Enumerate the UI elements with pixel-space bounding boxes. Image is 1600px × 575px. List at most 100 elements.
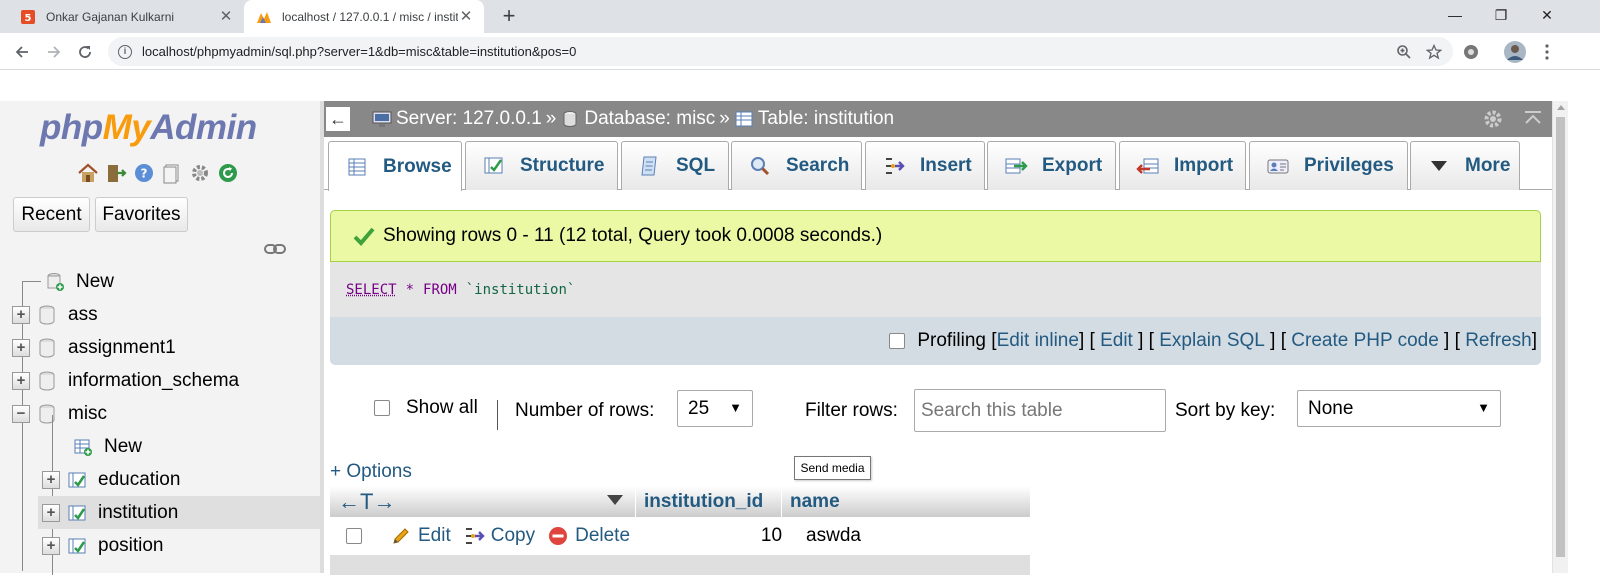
phpmyadmin-logo[interactable]: phpMyAdmin xyxy=(40,108,257,148)
url-text: localhost/phpmyadmin/sql.php?server=1&db… xyxy=(142,44,577,59)
refresh-link[interactable]: Refresh xyxy=(1465,330,1532,352)
tab-sql[interactable]: SQL xyxy=(621,141,729,190)
expand-icon[interactable]: + xyxy=(42,470,60,489)
edit-link[interactable]: Edit xyxy=(1100,330,1133,352)
documentation-icon[interactable] xyxy=(160,161,184,185)
collapse-icon[interactable]: − xyxy=(12,404,30,423)
show-all-checkbox[interactable] xyxy=(374,400,390,416)
scrollbar-thumb[interactable] xyxy=(1556,117,1565,557)
address-bar[interactable]: i localhost/phpmyadmin/sql.php?server=1&… xyxy=(108,37,1453,66)
cell-name[interactable]: aswda xyxy=(792,525,861,547)
profile-avatar[interactable] xyxy=(1503,40,1527,64)
site-info-icon[interactable]: i xyxy=(118,44,132,59)
column-menu-dropdown-icon[interactable] xyxy=(607,495,623,505)
back-button[interactable] xyxy=(10,40,34,64)
tab-insert[interactable]: Insert xyxy=(865,141,985,190)
tab-browse[interactable]: Browse xyxy=(328,141,462,191)
column-resize-arrows-icon[interactable]: ←T→ xyxy=(338,489,395,515)
scroll-up-arrow-icon[interactable] xyxy=(1557,105,1565,110)
help-icon[interactable]: ? xyxy=(132,161,156,185)
tree-item-misc[interactable]: − misc xyxy=(12,397,320,430)
favorites-button[interactable]: Favorites xyxy=(95,197,188,232)
tab-label: Insert xyxy=(920,155,972,176)
browser-tab-2[interactable]: localhost / 127.0.0.1 / misc / instituti… xyxy=(244,0,484,33)
extension-icon[interactable] xyxy=(1459,40,1483,64)
row-checkbox[interactable] xyxy=(346,528,362,544)
sql-keyword: SELECT xyxy=(346,281,397,298)
browser-menu-icon[interactable] xyxy=(1535,40,1559,64)
home-icon[interactable] xyxy=(76,161,100,185)
explain-sql-link[interactable]: Explain SQL xyxy=(1159,330,1265,352)
options-link[interactable]: + Options xyxy=(330,461,412,483)
tab-import[interactable]: Import xyxy=(1119,141,1246,190)
tab-more[interactable]: More xyxy=(1410,141,1520,190)
tree-item-position[interactable]: + position xyxy=(42,529,320,562)
delete-row-button[interactable]: Delete xyxy=(547,525,630,547)
browse-icon xyxy=(345,155,369,179)
tree-item-label: ass xyxy=(68,303,98,325)
copy-label: Copy xyxy=(490,525,536,546)
column-header-name[interactable]: name xyxy=(781,486,1030,517)
tree-item-education[interactable]: + education xyxy=(42,463,320,496)
profiling-checkbox[interactable] xyxy=(889,333,906,349)
collapse-top-menu-icon[interactable] xyxy=(1522,108,1544,130)
expand-icon[interactable]: + xyxy=(12,305,30,324)
breadcrumb-server[interactable]: Server: 127.0.0.1 xyxy=(396,108,542,130)
database-icon xyxy=(36,304,58,326)
tree-item-label: institution xyxy=(98,501,179,523)
tree-item-label: education xyxy=(98,468,181,490)
vertical-scrollbar[interactable] xyxy=(1552,101,1568,573)
copy-row-button[interactable]: Copy xyxy=(463,525,535,547)
breadcrumb-database[interactable]: Database: misc xyxy=(584,108,715,130)
expand-icon[interactable]: + xyxy=(12,371,30,390)
reload-navigation-icon[interactable] xyxy=(216,161,240,185)
expand-icon[interactable]: + xyxy=(42,503,60,522)
delete-label: Delete xyxy=(575,525,631,546)
expand-icon[interactable]: + xyxy=(42,536,60,555)
logout-icon[interactable] xyxy=(104,161,128,185)
tab-close-icon[interactable]: ✕ xyxy=(458,8,474,25)
tree-item-assignment1[interactable]: + assignment1 xyxy=(12,331,320,364)
tree-item-information-schema[interactable]: + information_schema xyxy=(12,364,320,397)
tab-structure[interactable]: Structure xyxy=(465,141,618,190)
settings-gear-icon[interactable] xyxy=(188,161,212,185)
zoom-icon[interactable] xyxy=(1393,41,1415,63)
collapse-navigation-icon[interactable]: ← xyxy=(326,107,350,131)
edit-row-button[interactable]: Edit xyxy=(390,525,451,547)
tree-item-ass[interactable]: + ass xyxy=(12,298,320,331)
tree-item-new-table[interactable]: New xyxy=(50,430,320,463)
breadcrumb-bar: ← Server: 127.0.0.1 » Database: misc » T… xyxy=(324,101,1552,137)
sort-by-key-select[interactable]: None ▼ xyxy=(1297,390,1501,427)
browser-tab-1[interactable]: 5 Onkar Gajanan Kulkarni ✕ xyxy=(8,0,244,33)
recent-button[interactable]: Recent xyxy=(13,197,90,232)
tree-item-institution[interactable]: + institution xyxy=(38,496,320,529)
new-tab-button[interactable]: + xyxy=(498,5,520,28)
tab-close-icon[interactable]: ✕ xyxy=(218,8,234,25)
delete-icon xyxy=(547,525,569,547)
reload-button[interactable] xyxy=(73,40,97,64)
tab-export[interactable]: Export xyxy=(987,141,1116,190)
sql-query-display[interactable]: SELECT * FROM `institution` xyxy=(330,262,1541,317)
pencil-icon xyxy=(390,525,412,547)
expand-icon[interactable]: + xyxy=(12,338,30,357)
create-php-code-link[interactable]: Create PHP code xyxy=(1291,330,1439,352)
tab-search[interactable]: Search xyxy=(731,141,862,190)
tab-label: Search xyxy=(786,155,850,176)
cell-institution-id[interactable]: 10 xyxy=(642,525,792,547)
forward-button[interactable] xyxy=(42,40,66,64)
bookmark-star-icon[interactable] xyxy=(1423,41,1445,63)
column-header-institution-id[interactable]: institution_id xyxy=(635,486,781,517)
tab-privileges[interactable]: Privileges xyxy=(1249,141,1408,190)
link-with-main-panel-icon[interactable] xyxy=(264,242,286,256)
table-row xyxy=(330,555,1030,575)
number-of-rows-select[interactable]: 25 ▼ xyxy=(677,390,753,427)
filter-rows-input[interactable]: Search this table xyxy=(914,389,1166,432)
tree-item-new[interactable]: New xyxy=(20,265,320,298)
edit-inline-link[interactable]: Edit inline xyxy=(997,330,1079,352)
page-settings-gear-icon[interactable] xyxy=(1482,108,1504,130)
minimize-button[interactable]: — xyxy=(1432,0,1478,30)
show-all-control[interactable]: Show all xyxy=(374,397,478,419)
maximize-button[interactable]: ❐ xyxy=(1478,0,1524,30)
breadcrumb-table[interactable]: Table: institution xyxy=(758,108,894,130)
window-close-button[interactable]: ✕ xyxy=(1524,0,1570,30)
